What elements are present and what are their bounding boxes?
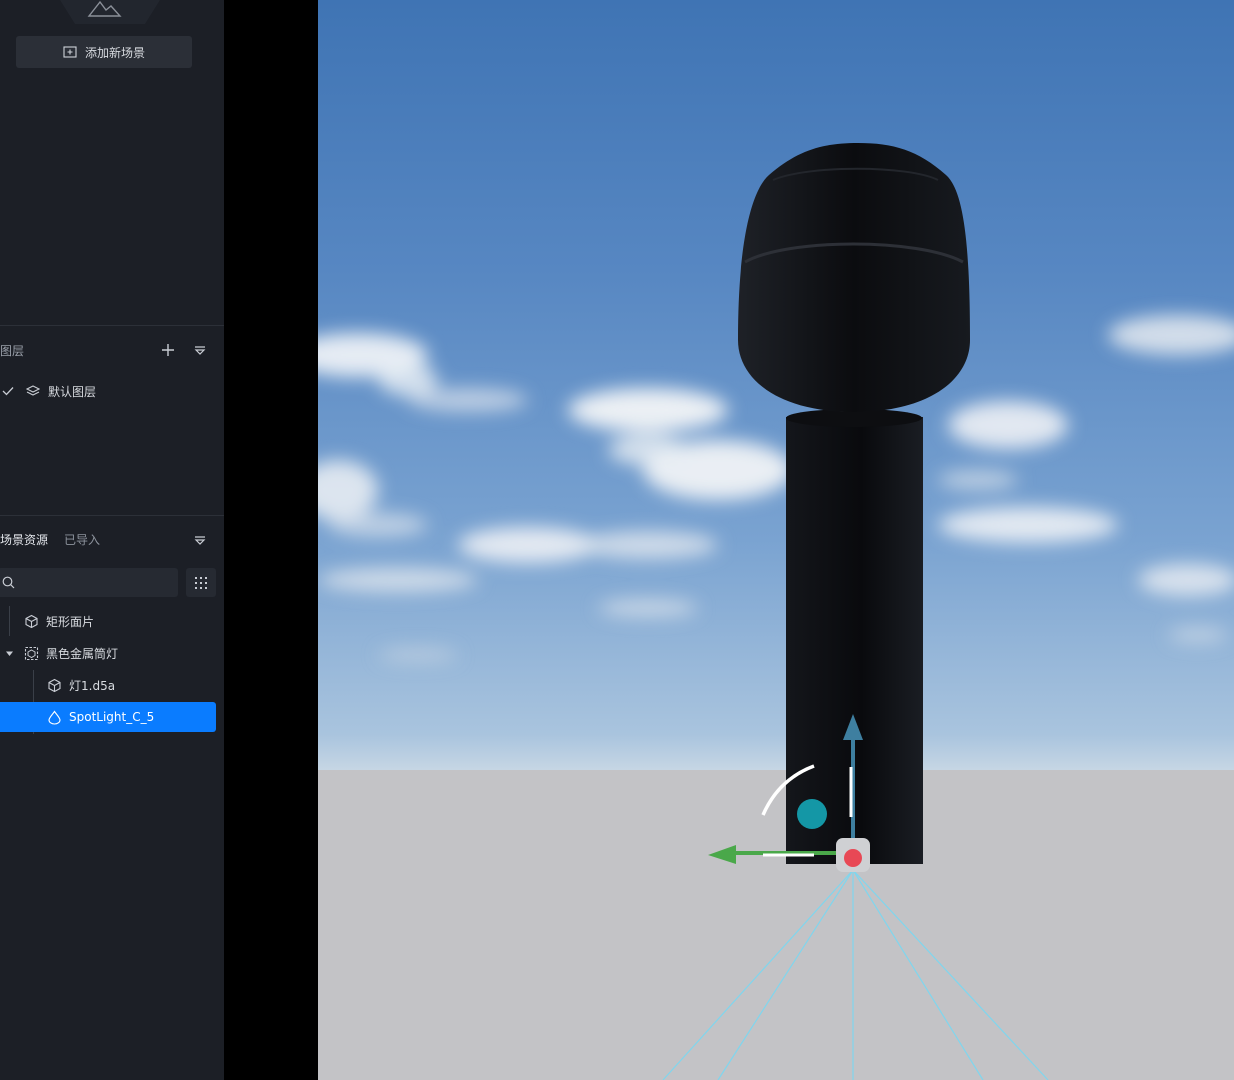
tree-item-spotlight[interactable]: SpotLight_C_5 [0, 702, 216, 732]
tree-item-light-model[interactable]: 灯1.d5a [0, 670, 216, 700]
grid-view-button[interactable] [186, 568, 216, 597]
add-scene-icon [63, 46, 77, 58]
layer-stack-icon [26, 385, 40, 396]
landscape-icon [87, 0, 122, 17]
collapse-layers-icon[interactable] [193, 344, 207, 356]
layer-item-label: 默认图层 [48, 384, 97, 399]
tree-item-rect-plane[interactable]: 矩形面片 [0, 606, 216, 636]
tab-scene-assets[interactable]: 场景资源 [0, 531, 48, 548]
add-layer-icon[interactable] [160, 342, 176, 358]
divider [0, 325, 224, 326]
expand-arrow-icon[interactable] [5, 649, 14, 658]
cube-icon [48, 678, 61, 692]
layers-title: 图层 [0, 344, 25, 358]
ground-plane [318, 770, 1234, 1080]
tree-item-label: 矩形面片 [46, 614, 95, 629]
add-scene-button[interactable]: 添加新场景 [16, 36, 192, 68]
divider [0, 515, 224, 516]
checkmark-icon[interactable] [2, 386, 14, 396]
assets-tabs: 场景资源 已导入 [0, 531, 100, 548]
search-icon [2, 576, 15, 589]
gizmo-center-dot[interactable] [844, 849, 862, 867]
cube-icon [25, 614, 38, 628]
left-panel: 添加新场景 图层 默认图层 场景资源 已导入 矩形面片 黑色金属筒灯 灯1.d5… [0, 0, 224, 1080]
tree-item-label: 黑色金属筒灯 [46, 646, 119, 661]
layer-item-default[interactable]: 默认图层 [0, 380, 224, 402]
grid-dots-icon [195, 576, 207, 589]
asset-search[interactable] [0, 568, 178, 599]
scene-render [318, 143, 1234, 1080]
spotlight-icon [48, 710, 61, 724]
collapse-assets-icon[interactable] [193, 534, 207, 546]
tab-imported[interactable]: 已导入 [64, 531, 100, 548]
tree-item-label: SpotLight_C_5 [69, 710, 155, 724]
tree-item-black-downlight[interactable]: 黑色金属筒灯 [0, 638, 216, 668]
rotate-handle[interactable] [797, 799, 827, 829]
add-scene-label: 添加新场景 [84, 45, 145, 60]
3d-viewport[interactable] [318, 0, 1234, 1080]
group-icon [24, 646, 39, 660]
asset-search-input[interactable] [20, 568, 174, 599]
tree-item-label: 灯1.d5a [69, 678, 116, 693]
